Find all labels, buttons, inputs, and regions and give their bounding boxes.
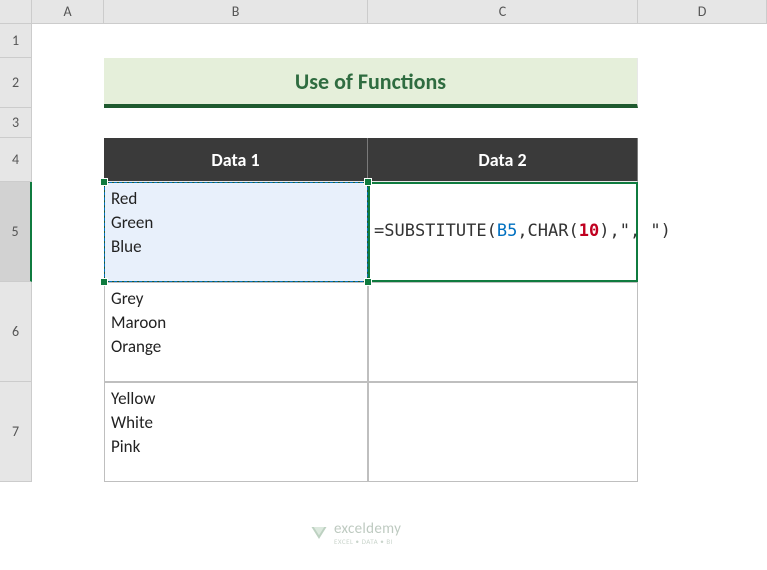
formula-ref: B5 <box>497 221 517 241</box>
cell-c6[interactable] <box>368 282 638 382</box>
cell-b6[interactable]: Grey Maroon Orange <box>104 282 368 382</box>
column-header-row: A B C D <box>0 0 767 24</box>
row-header-2[interactable]: 2 <box>0 58 32 108</box>
watermark-brand: exceldemy <box>334 520 401 538</box>
row-header-1[interactable]: 1 <box>0 24 32 58</box>
watermark: exceldemy EXCEL • DATA • BI <box>310 520 401 545</box>
formula-display: =SUBSTITUTE(B5,CHAR(10),", ") <box>374 220 671 244</box>
range-handle-tr[interactable] <box>364 178 372 186</box>
row-header-4[interactable]: 4 <box>0 138 32 182</box>
col-header-a[interactable]: A <box>32 0 104 23</box>
formula-prefix: =SUBSTITUTE( <box>374 221 497 241</box>
watermark-text-block: exceldemy EXCEL • DATA • BI <box>334 520 401 545</box>
col-header-b[interactable]: B <box>104 0 368 23</box>
row-header-3[interactable]: 3 <box>0 108 32 138</box>
range-handle-tl[interactable] <box>100 178 108 186</box>
watermark-sub: EXCEL • DATA • BI <box>334 538 401 545</box>
range-handle-bl[interactable] <box>100 278 108 286</box>
formula-ten: 10 <box>579 221 599 241</box>
select-all-corner[interactable] <box>0 0 32 24</box>
exceldemy-logo-icon <box>310 525 328 541</box>
row-header-5[interactable]: 5 <box>0 182 32 282</box>
cell-c5[interactable]: =SUBSTITUTE(B5,CHAR(10),", ") <box>368 182 638 282</box>
row-header-6[interactable]: 6 <box>0 282 32 382</box>
formula-suffix: ) <box>661 221 671 241</box>
formula-mid2: ), <box>599 221 619 241</box>
formula-str: ", " <box>620 221 661 241</box>
spreadsheet: A B C D 1 2 3 4 5 6 7 Use of Functions D… <box>0 0 767 570</box>
formula-mid1: ,CHAR( <box>517 221 578 241</box>
cell-b7[interactable]: Yellow White Pink <box>104 382 368 482</box>
table-header-data1: Data 1 <box>104 138 368 182</box>
row-header-7[interactable]: 7 <box>0 382 32 482</box>
table-header-data2: Data 2 <box>368 138 638 182</box>
row-header-col: 1 2 3 4 5 6 7 <box>0 24 32 482</box>
cell-c7[interactable] <box>368 382 638 482</box>
col-header-d[interactable]: D <box>638 0 767 23</box>
page-title: Use of Functions <box>104 58 638 108</box>
range-handle-br[interactable] <box>364 278 372 286</box>
cell-b5[interactable]: Red Green Blue <box>104 182 368 282</box>
col-header-c[interactable]: C <box>368 0 638 23</box>
